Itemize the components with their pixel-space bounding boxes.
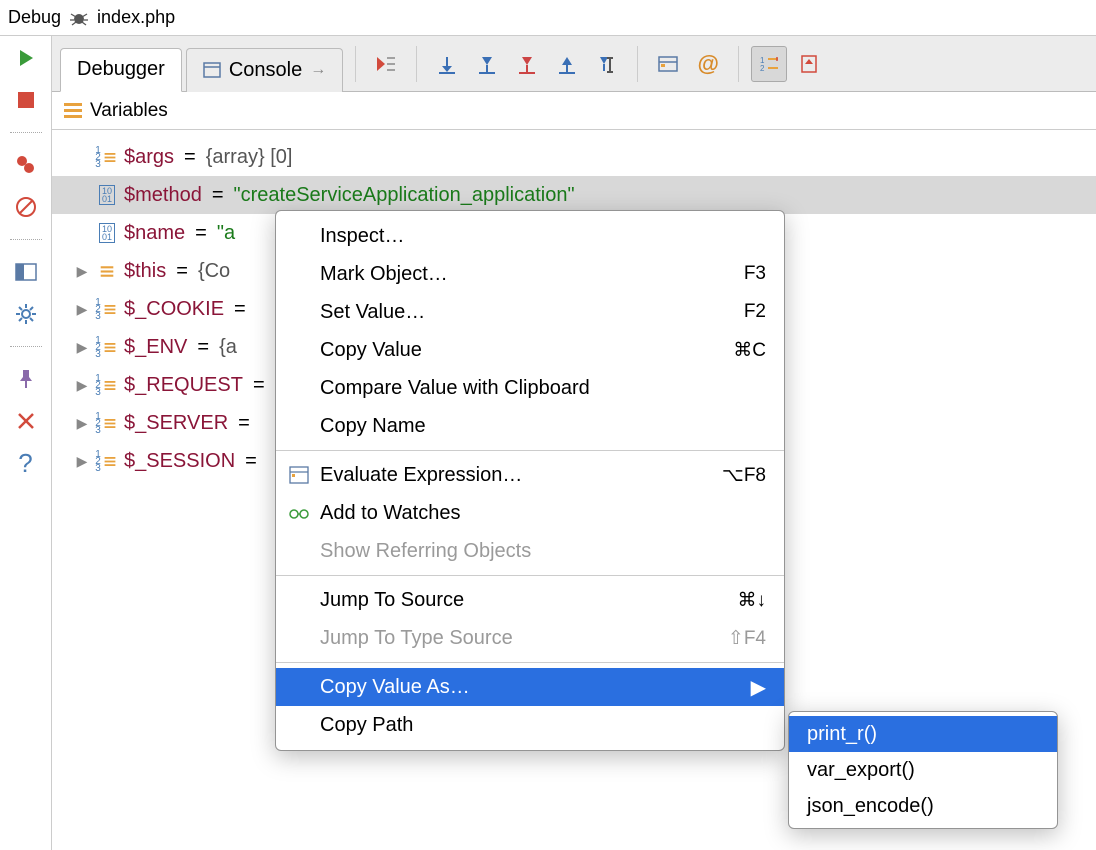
var-value: {a: [219, 336, 237, 359]
var-name: $_COOKIE: [124, 298, 224, 321]
export-icon[interactable]: [791, 46, 827, 82]
menu-separator: [276, 662, 784, 663]
array-icon: 123: [96, 375, 118, 395]
settings-icon[interactable]: [12, 302, 40, 326]
evaluate-icon[interactable]: [650, 46, 686, 82]
array-icon: 123: [96, 451, 118, 471]
resume-icon[interactable]: [12, 46, 40, 70]
array-icon: 123: [96, 337, 118, 357]
var-name: $name: [124, 222, 185, 245]
debug-label: Debug: [8, 7, 61, 28]
binary-icon: 1001: [96, 185, 118, 205]
array-icon: 123: [96, 413, 118, 433]
breakpoints-icon[interactable]: [12, 153, 40, 177]
layout-icon[interactable]: [12, 260, 40, 284]
menu-show-referring-objects: Show Referring Objects: [276, 532, 784, 570]
expand-icon[interactable]: ▶: [74, 301, 90, 318]
stop-icon[interactable]: [12, 88, 40, 112]
var-row[interactable]: 1001 $method = "createServiceApplication…: [52, 176, 1096, 214]
submenu-print-r[interactable]: print_r(): [789, 716, 1057, 752]
sort-icon[interactable]: 12: [751, 46, 787, 82]
var-value: "createServiceApplication_application": [234, 184, 575, 207]
menu-mark-object[interactable]: Mark Object…F3: [276, 255, 784, 293]
menu-separator: [276, 575, 784, 576]
expand-icon[interactable]: ▶: [74, 339, 90, 356]
array-icon: 123: [96, 299, 118, 319]
var-name: $args: [124, 146, 174, 169]
expand-icon[interactable]: ▶: [74, 377, 90, 394]
binary-icon: 1001: [96, 223, 118, 243]
menu-jump-to-type-source: Jump To Type Source⇧F4: [276, 619, 784, 657]
force-step-into-icon[interactable]: [509, 46, 545, 82]
step-out-icon[interactable]: [549, 46, 585, 82]
tab-console-label: Console: [229, 59, 302, 82]
variables-panel-icon: [64, 103, 82, 118]
submenu-json-encode[interactable]: json_encode(): [789, 788, 1057, 824]
var-name: $_SERVER: [124, 412, 228, 435]
file-name: index.php: [97, 7, 175, 28]
debug-header: Debug index.php: [0, 0, 1096, 36]
calculator-icon: [288, 464, 310, 486]
var-value: "a: [217, 222, 235, 245]
menu-copy-path[interactable]: Copy Path: [276, 706, 784, 744]
step-into-icon[interactable]: [469, 46, 505, 82]
close-icon[interactable]: [12, 409, 40, 433]
expand-icon[interactable]: ▶: [74, 263, 90, 280]
menu-separator: [276, 450, 784, 451]
pin-icon[interactable]: [12, 367, 40, 391]
var-name: $method: [124, 184, 202, 207]
tab-debugger-label: Debugger: [77, 58, 165, 81]
expand-icon[interactable]: ▶: [74, 453, 90, 470]
var-name: $_SESSION: [124, 450, 235, 473]
mute-breakpoints-icon[interactable]: [12, 195, 40, 219]
menu-inspect[interactable]: Inspect…: [276, 217, 784, 255]
var-value: {array} [0]: [206, 146, 293, 169]
glasses-icon: [288, 502, 310, 524]
menu-set-value[interactable]: Set Value…F2: [276, 293, 784, 331]
run-to-cursor-icon[interactable]: [589, 46, 625, 82]
var-name: $this: [124, 260, 166, 283]
var-name: $_REQUEST: [124, 374, 243, 397]
submenu-var-export[interactable]: var_export(): [789, 752, 1057, 788]
menu-evaluate-expression[interactable]: Evaluate Expression…⌥F8: [276, 456, 784, 494]
bug-icon: [69, 10, 89, 26]
menu-add-to-watches[interactable]: Add to Watches: [276, 494, 784, 532]
svg-text:2: 2: [760, 64, 765, 73]
variables-panel-title: Variables: [90, 100, 168, 122]
watches-icon[interactable]: @: [690, 46, 726, 82]
tab-debugger[interactable]: Debugger: [60, 48, 182, 92]
step-over-icon[interactable]: [429, 46, 465, 82]
debugger-tabbar: Debugger Console → @ 12: [52, 36, 1096, 92]
list-var-icon: [96, 261, 118, 281]
array-icon: 123: [96, 147, 118, 167]
left-toolbar: ?: [0, 36, 52, 850]
expand-icon[interactable]: ▶: [74, 415, 90, 432]
var-row[interactable]: 123 $args = {array} [0]: [52, 138, 1096, 176]
submenu-arrow-icon: ▶: [751, 675, 766, 700]
menu-copy-name[interactable]: Copy Name: [276, 407, 784, 445]
help-icon[interactable]: ?: [12, 451, 40, 475]
tab-console[interactable]: Console →: [186, 48, 343, 92]
copy-value-as-submenu: print_r() var_export() json_encode(): [788, 711, 1058, 829]
menu-copy-value-as[interactable]: Copy Value As…▶: [276, 668, 784, 706]
context-menu: Inspect… Mark Object…F3 Set Value…F2 Cop…: [275, 210, 785, 751]
var-value: {Co: [198, 260, 230, 283]
menu-compare-value[interactable]: Compare Value with Clipboard: [276, 369, 784, 407]
variables-panel-header: Variables: [52, 92, 1096, 130]
var-name: $_ENV: [124, 336, 187, 359]
menu-jump-to-source[interactable]: Jump To Source⌘↓: [276, 581, 784, 619]
show-execution-point-icon[interactable]: [368, 46, 404, 82]
console-icon: [203, 62, 221, 78]
menu-copy-value[interactable]: Copy Value⌘C: [276, 331, 784, 369]
